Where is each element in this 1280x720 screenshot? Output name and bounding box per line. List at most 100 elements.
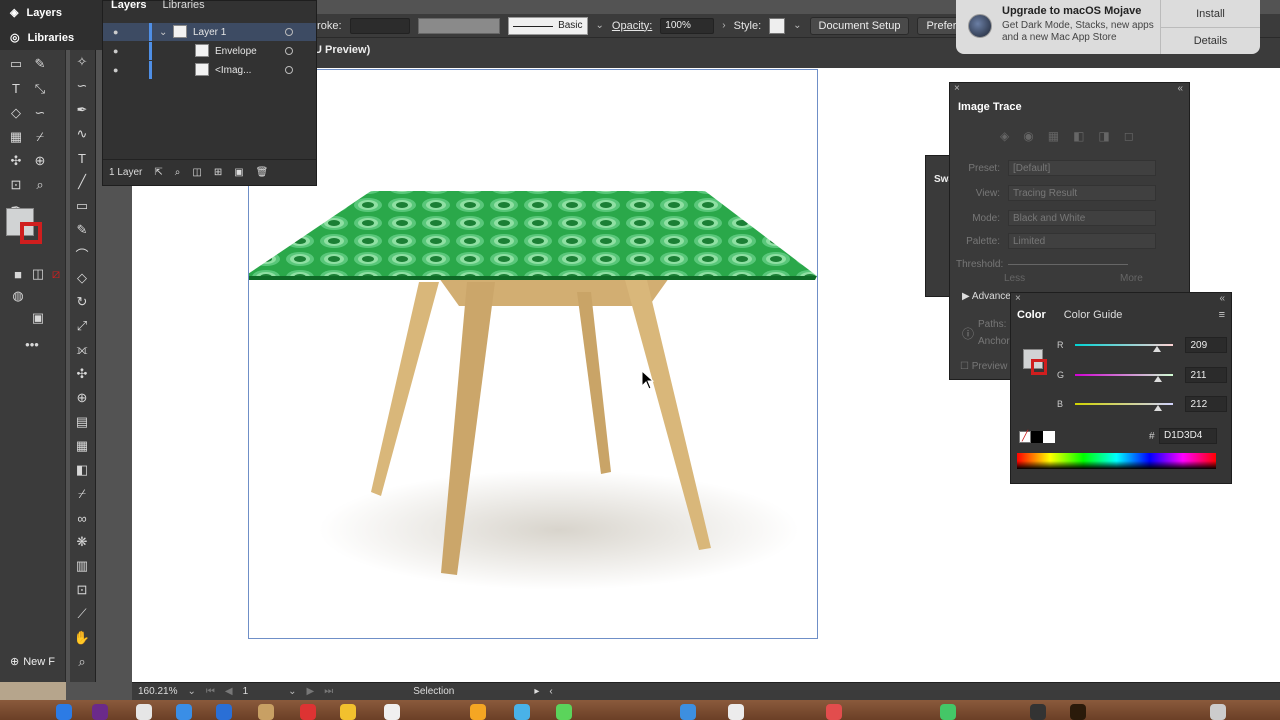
type-icon[interactable]: T: [6, 79, 26, 97]
target-icon[interactable]: [285, 28, 293, 36]
fill-stroke-widget[interactable]: [6, 208, 42, 244]
app-icon[interactable]: [300, 704, 316, 720]
mesh-icon[interactable]: ▦: [6, 128, 26, 146]
screen-mode-icon[interactable]: ▣: [28, 309, 48, 327]
stroke-weight-field[interactable]: [349, 17, 410, 34]
puppet-warp-icon[interactable]: ✣: [72, 365, 92, 383]
pen-icon[interactable]: ✒: [72, 101, 92, 119]
chevron-right-icon[interactable]: ›: [722, 20, 725, 31]
width-icon[interactable]: ⟗: [72, 341, 92, 359]
view-select[interactable]: Tracing Result: [1008, 185, 1156, 201]
close-icon[interactable]: ×: [1015, 293, 1021, 304]
tab-color[interactable]: Color: [1017, 309, 1046, 321]
draw-mode-icon[interactable]: ◍: [8, 287, 28, 305]
variable-width-swatch[interactable]: [417, 17, 500, 34]
hand-icon[interactable]: ✋: [72, 629, 92, 647]
new-file-button[interactable]: ⊕ New F: [10, 655, 55, 669]
eye-icon[interactable]: ●: [113, 65, 118, 75]
artboard[interactable]: [245, 69, 819, 640]
app-icon[interactable]: [470, 704, 486, 720]
table-artwork[interactable]: [245, 70, 819, 640]
gradient-icon[interactable]: ◧: [72, 461, 92, 479]
app-icon[interactable]: [556, 704, 572, 720]
chevron-left-icon[interactable]: ‹: [549, 686, 552, 697]
trash-icon[interactable]: 🗑: [256, 167, 269, 178]
app-icon[interactable]: [340, 704, 356, 720]
chevron-down-icon[interactable]: ⌄: [288, 686, 296, 697]
slice-icon[interactable]: ⟋: [72, 605, 92, 623]
preview-checkbox[interactable]: ☐ Preview: [960, 361, 1007, 372]
prev-artboard-icon[interactable]: ◀: [225, 686, 233, 697]
locate-icon[interactable]: ⌕: [175, 167, 181, 178]
layer-row[interactable]: ● Envelope: [103, 42, 316, 60]
launcher-libraries[interactable]: ◎ Libraries: [10, 31, 74, 45]
target-icon[interactable]: [285, 47, 293, 55]
chevron-down-icon[interactable]: ⌄: [159, 27, 167, 38]
collapse-icon[interactable]: «: [1177, 83, 1183, 94]
export-icon[interactable]: ⇱: [154, 167, 162, 178]
eye-icon[interactable]: ●: [113, 27, 118, 37]
install-button[interactable]: Install: [1160, 0, 1260, 27]
advanced-toggle[interactable]: ▶ Advance: [962, 291, 1011, 302]
new-sublayer-icon[interactable]: ⊞: [214, 167, 222, 178]
artboard-icon[interactable]: ⊡: [72, 581, 92, 599]
threshold-slider[interactable]: [1008, 263, 1128, 265]
graph-icon[interactable]: ▥: [72, 557, 92, 575]
eye-icon[interactable]: ●: [113, 46, 118, 56]
stroke-swatch[interactable]: [1031, 359, 1047, 375]
mode-select[interactable]: Black and White: [1008, 210, 1156, 226]
launcher-layers[interactable]: ◈ Layers: [10, 6, 62, 20]
zoom-icon[interactable]: ⌕: [30, 176, 50, 194]
lasso-icon[interactable]: ∽: [72, 77, 92, 95]
free-transform-icon[interactable]: ⤡: [30, 80, 50, 98]
none-mode-icon[interactable]: ⧄: [46, 265, 66, 283]
app-icon[interactable]: [176, 704, 192, 720]
app-icon[interactable]: [728, 704, 744, 720]
hex-field[interactable]: D1D3D4: [1159, 428, 1217, 444]
app-icon[interactable]: [136, 704, 152, 720]
eyedropper-icon[interactable]: ⌿: [30, 128, 50, 146]
last-artboard-icon[interactable]: ⏭: [324, 686, 333, 697]
rotate-icon[interactable]: ↻: [72, 293, 92, 311]
app-icon[interactable]: [1070, 704, 1086, 720]
line-icon[interactable]: ╱: [72, 173, 92, 191]
slider-knob[interactable]: [1153, 376, 1162, 382]
slider-track[interactable]: [1074, 403, 1174, 411]
channel-slider-b[interactable]: B 212: [1057, 396, 1228, 412]
tab-libraries[interactable]: Libraries: [162, 0, 204, 11]
paintbrush-icon[interactable]: ✎: [72, 221, 92, 239]
first-artboard-icon[interactable]: ⏮: [206, 686, 215, 697]
app-icon[interactable]: [826, 704, 842, 720]
low-color-icon[interactable]: ▦: [1048, 129, 1059, 143]
outline-icon[interactable]: ◻: [1124, 129, 1134, 143]
document-setup-button[interactable]: Document Setup: [809, 16, 910, 35]
symbol-sprayer-icon[interactable]: ❋: [72, 533, 92, 551]
blend-icon[interactable]: ∞: [72, 509, 92, 527]
mesh-icon[interactable]: ▦: [72, 437, 92, 455]
slider-knob[interactable]: [1152, 346, 1161, 352]
more-tools-icon[interactable]: •••: [22, 335, 42, 353]
app-icon[interactable]: [216, 704, 232, 720]
slider-knob[interactable]: [1153, 405, 1162, 411]
auto-color-icon[interactable]: ◈: [1000, 129, 1009, 143]
puppet-warp-icon[interactable]: ✣: [6, 152, 26, 170]
chevron-down-icon[interactable]: ⌄: [596, 20, 604, 31]
opacity-field[interactable]: 100%: [660, 17, 715, 34]
black-swatch[interactable]: [1031, 431, 1043, 443]
slider-track[interactable]: [1074, 374, 1174, 382]
bw-icon[interactable]: ◨: [1098, 129, 1109, 143]
chevron-right-icon[interactable]: ▸: [534, 686, 539, 697]
chevron-down-icon[interactable]: ⌄: [187, 686, 195, 697]
none-swatch[interactable]: ╱: [1019, 431, 1031, 443]
palette-select[interactable]: Limited: [1008, 233, 1156, 249]
type-icon[interactable]: T: [72, 149, 92, 167]
close-icon[interactable]: ×: [954, 83, 960, 94]
app-icon[interactable]: [258, 704, 274, 720]
rectangle-icon[interactable]: ▭: [6, 55, 26, 73]
channel-slider-g[interactable]: G 211: [1057, 367, 1228, 383]
shape-builder-icon[interactable]: ⊕: [72, 389, 92, 407]
app-icon[interactable]: [384, 704, 400, 720]
artboard-number[interactable]: 1: [243, 686, 249, 697]
app-icon[interactable]: [514, 704, 530, 720]
finder-icon[interactable]: [56, 704, 72, 720]
